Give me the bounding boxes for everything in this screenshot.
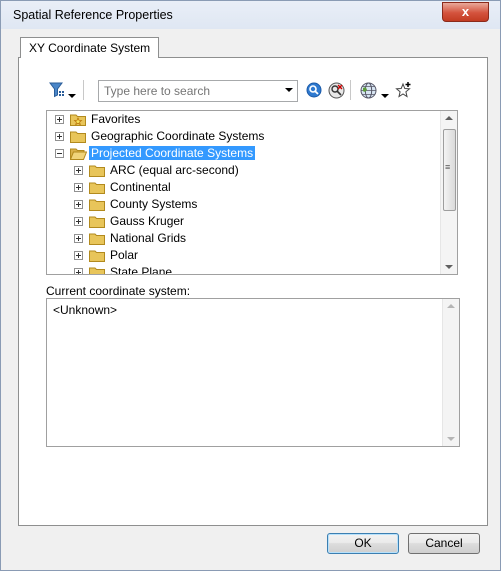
- expand-icon[interactable]: [74, 200, 83, 209]
- globe-dropdown-icon[interactable]: [381, 88, 389, 98]
- folder-icon: [70, 130, 86, 143]
- tree-item-label: National Grids: [110, 231, 187, 245]
- tab-panel: Favorites Geographic Coordinate Systems: [18, 57, 488, 526]
- tree-item-continental[interactable]: Continental: [47, 179, 441, 196]
- expand-icon[interactable]: [74, 183, 83, 192]
- tree-item-label: Projected Coordinate Systems: [89, 146, 256, 160]
- tab-label: XY Coordinate System: [29, 41, 151, 55]
- filter-icon[interactable]: [49, 81, 65, 99]
- search-combobox[interactable]: [98, 80, 298, 102]
- tree-item-projected-coordinate-systems[interactable]: Projected Coordinate Systems: [47, 145, 441, 162]
- tree-item-label: Geographic Coordinate Systems: [91, 129, 265, 143]
- current-coordinate-system-label: Current coordinate system:: [46, 284, 191, 298]
- ok-button[interactable]: OK: [327, 533, 399, 554]
- cancel-button[interactable]: Cancel: [408, 533, 480, 554]
- window-title: Spatial Reference Properties: [13, 8, 173, 22]
- tree-item-label: Favorites: [91, 112, 141, 126]
- tree-item-polar[interactable]: Polar: [47, 247, 441, 264]
- dialog-client-area: XY Coordinate System Type here to search…: [8, 30, 493, 563]
- scroll-up-icon[interactable]: [447, 304, 455, 308]
- tree-item-label: County Systems: [110, 197, 198, 211]
- scroll-down-icon[interactable]: [445, 265, 453, 269]
- clear-search-icon[interactable]: [328, 82, 345, 99]
- tree-item-arc[interactable]: ARC (equal arc-second): [47, 162, 441, 179]
- tree-item-state-plane[interactable]: State Plane: [47, 264, 441, 275]
- expand-icon[interactable]: [55, 115, 64, 124]
- close-icon: x: [461, 4, 470, 19]
- folder-icon: [89, 198, 105, 211]
- folder-icon: [89, 215, 105, 228]
- scroll-up-icon[interactable]: [445, 116, 453, 120]
- current-coordinate-system-value: <Unknown>: [53, 303, 118, 317]
- tree-item-county-systems[interactable]: County Systems: [47, 196, 441, 213]
- tree-item-label: ARC (equal arc-second): [110, 163, 239, 177]
- expand-icon[interactable]: [74, 268, 83, 274]
- current-coordinate-system-box[interactable]: <Unknown>: [46, 298, 460, 447]
- expand-icon[interactable]: [74, 251, 83, 260]
- folder-icon: [89, 181, 105, 194]
- expand-icon[interactable]: [55, 132, 64, 141]
- dialog-window: Spatial Reference Properties x XY Coordi…: [0, 0, 501, 571]
- collapse-icon[interactable]: [55, 149, 64, 158]
- favorites-folder-icon: [70, 113, 86, 126]
- folder-icon: [89, 249, 105, 262]
- expand-icon[interactable]: [74, 166, 83, 175]
- search-input[interactable]: [102, 82, 281, 100]
- folder-icon: [89, 232, 105, 245]
- coordinate-system-tree[interactable]: Favorites Geographic Coordinate Systems: [46, 110, 458, 275]
- tree-item-label: Continental: [110, 180, 171, 194]
- scroll-down-icon[interactable]: [447, 437, 455, 441]
- tree-item-label: Polar: [110, 248, 139, 262]
- tab-xy-coordinate-system[interactable]: XY Coordinate System: [20, 37, 160, 58]
- details-scrollbar[interactable]: [442, 299, 459, 446]
- search-dropdown-icon[interactable]: [285, 88, 293, 92]
- filter-dropdown-icon[interactable]: [68, 88, 76, 98]
- globe-icon[interactable]: [360, 82, 377, 99]
- tree-item-favorites[interactable]: Favorites: [47, 111, 441, 128]
- add-favorite-icon[interactable]: [395, 81, 413, 99]
- toolbar-separator: [83, 80, 84, 100]
- folder-icon: [89, 266, 105, 274]
- open-folder-icon: [69, 147, 88, 160]
- tree-scrollbar[interactable]: [440, 111, 457, 274]
- expand-icon[interactable]: [74, 217, 83, 226]
- close-button[interactable]: x: [442, 2, 489, 22]
- toolbar-separator-2: [350, 80, 351, 100]
- scroll-thumb[interactable]: [443, 129, 456, 211]
- ok-button-label: OK: [354, 536, 372, 550]
- cancel-button-label: Cancel: [425, 536, 463, 550]
- toolbar: [19, 58, 487, 102]
- expand-icon[interactable]: [74, 234, 83, 243]
- tree-item-label: State Plane: [110, 265, 173, 275]
- search-icon[interactable]: [306, 82, 322, 98]
- tree-item-national-grids[interactable]: National Grids: [47, 230, 441, 247]
- title-bar[interactable]: Spatial Reference Properties x: [1, 1, 500, 29]
- tree-item-label: Gauss Kruger: [110, 214, 185, 228]
- tree-item-geographic-coordinate-systems[interactable]: Geographic Coordinate Systems: [47, 128, 441, 145]
- tree-item-gauss-kruger[interactable]: Gauss Kruger: [47, 213, 441, 230]
- folder-icon: [89, 164, 105, 177]
